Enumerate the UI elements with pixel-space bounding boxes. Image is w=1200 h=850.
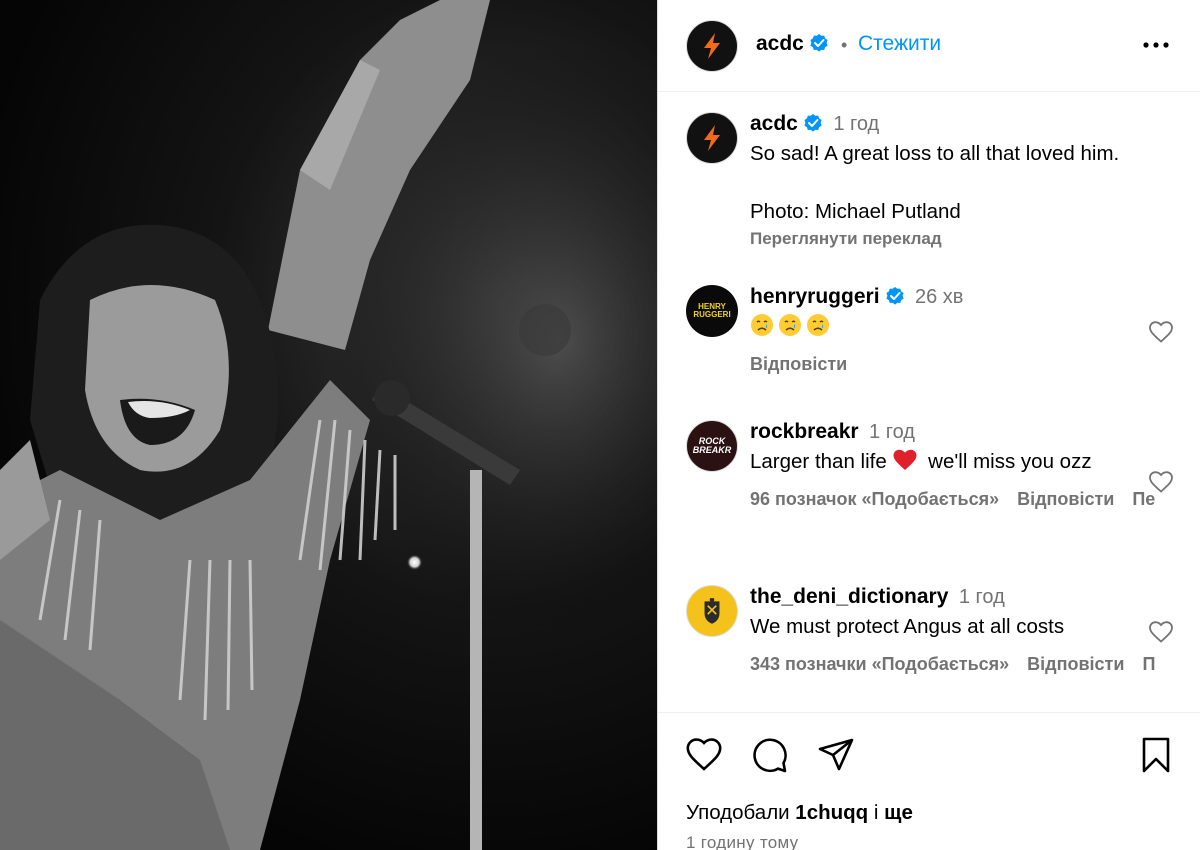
post-photo[interactable]	[0, 0, 657, 850]
verified-badge-icon	[804, 114, 822, 132]
comment-text-part: we'll miss you ozz	[928, 450, 1092, 473]
caption-username[interactable]: acdc	[750, 112, 798, 135]
lightning-bolt-icon	[704, 125, 720, 151]
like-heart-icon[interactable]	[1148, 320, 1174, 344]
avatar[interactable]	[686, 112, 738, 164]
more-horizontal-icon[interactable]	[1142, 34, 1170, 56]
like-heart-icon[interactable]	[1148, 620, 1174, 644]
avatar[interactable]	[686, 585, 738, 637]
comment-text: We must protect Angus at all costs	[750, 615, 1065, 638]
comment-time[interactable]: 1 год	[959, 586, 1005, 608]
post-actions-footer: Уподобали 1chuqq і ще 1 годину тому	[658, 712, 1200, 850]
comment-text-part: Larger than life	[750, 450, 887, 473]
avatar[interactable]: ROCK BREAKR	[686, 420, 738, 472]
liked-by-summary: Уподобали 1chuqq і ще	[686, 801, 913, 825]
avatar[interactable]: HENRY RUGGERI	[686, 285, 738, 337]
avatar-text-line: BREAKR	[692, 445, 732, 455]
comment-time[interactable]: 26 хв	[915, 286, 963, 308]
post-header: acdc • Стежити	[658, 0, 1200, 92]
post-side-panel: acdc • Стежити acdc 1 год So sad! A grea…	[657, 0, 1200, 850]
follow-button[interactable]: Стежити	[858, 32, 941, 56]
caption-line-1: So sad! A great loss to all that loved h…	[750, 142, 1120, 165]
liked-by-others-link[interactable]: ще	[884, 801, 913, 824]
like-heart-icon[interactable]	[1148, 470, 1174, 494]
avatar[interactable]	[686, 20, 738, 72]
likes-count-link[interactable]: 343 позначки «Подобається»	[750, 654, 1009, 674]
comment-text	[750, 312, 1180, 341]
header-username[interactable]: acdc	[756, 32, 804, 55]
concert-photo-bw	[0, 0, 657, 850]
reply-button[interactable]: Відповісти	[750, 354, 847, 374]
see-translation-link[interactable]: Переглянути переклад	[750, 229, 1180, 249]
red-heart-emoji-icon	[893, 449, 917, 470]
liked-by-prefix: Уподобали	[686, 801, 796, 824]
reply-button[interactable]: Відповісти	[1027, 654, 1124, 674]
caption-time[interactable]: 1 год	[833, 113, 879, 135]
caption-line-2: Photo: Michael Putland	[750, 200, 961, 223]
avatar-text-line: RUGGERI	[693, 310, 731, 319]
comment-text: Larger than life we'll miss you ozz	[750, 447, 1120, 476]
bookmark-save-icon[interactable]	[1136, 735, 1176, 775]
post-timestamp[interactable]: 1 годину тому	[686, 833, 798, 850]
comment-username[interactable]: henryruggeri	[750, 285, 880, 308]
translate-link-truncated[interactable]: П	[1142, 654, 1155, 674]
verified-badge-icon	[885, 287, 904, 305]
comment-username[interactable]: the_deni_dictionary	[750, 585, 948, 608]
liked-by-user-link[interactable]: 1chuqq	[795, 801, 868, 824]
comment-time[interactable]: 1 год	[869, 421, 915, 443]
crest-logo-icon	[704, 598, 720, 624]
comment-username[interactable]: rockbreakr	[750, 420, 859, 443]
crying-face-emoji-icon	[779, 314, 801, 336]
header-separator: •	[841, 35, 848, 55]
crying-face-emoji-icon	[751, 314, 773, 336]
reply-button[interactable]: Відповісти	[1017, 489, 1114, 509]
comment-bubble-icon[interactable]	[750, 735, 790, 775]
verified-badge-icon	[810, 34, 828, 52]
liked-by-middle: і	[868, 801, 885, 824]
like-heart-icon[interactable]	[684, 735, 724, 775]
lightning-bolt-icon	[704, 33, 720, 59]
crying-face-emoji-icon	[807, 314, 829, 336]
share-send-icon[interactable]	[816, 735, 856, 775]
likes-count-link[interactable]: 96 позначок «Подобається»	[750, 489, 999, 509]
